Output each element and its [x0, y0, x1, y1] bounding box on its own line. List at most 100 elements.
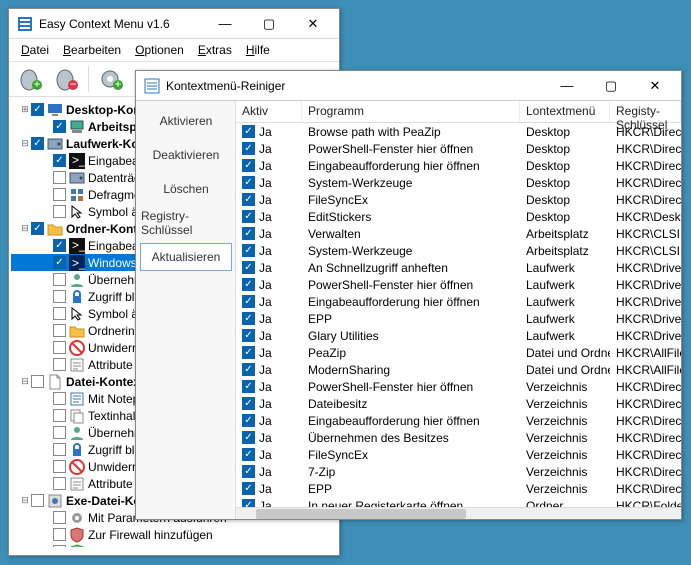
expander-icon[interactable] — [41, 206, 53, 218]
row-checkbox[interactable] — [242, 159, 255, 172]
grid-row[interactable]: JaPeaZipDatei und OrdnerHKCR\AllFiles — [236, 344, 681, 361]
expander-icon[interactable] — [41, 308, 53, 320]
expander-icon[interactable]: ⊟ — [19, 495, 31, 507]
expander-icon[interactable] — [41, 291, 53, 303]
tree-checkbox[interactable] — [31, 103, 44, 116]
expander-icon[interactable] — [41, 546, 53, 548]
tree-checkbox[interactable] — [53, 307, 66, 320]
grid-row[interactable]: JaFileSyncExDesktopHKCR\Directory — [236, 191, 681, 208]
row-checkbox[interactable] — [242, 482, 255, 495]
menu-datei[interactable]: Datei — [15, 41, 55, 59]
row-checkbox[interactable] — [242, 414, 255, 427]
grid-row[interactable]: JaIn neuer Registerkarte öffnenOrdnerHKC… — [236, 497, 681, 507]
row-checkbox[interactable] — [242, 125, 255, 138]
grid-row[interactable]: JaEPPVerzeichnisHKCR\Directory — [236, 480, 681, 497]
tree-checkbox[interactable] — [53, 205, 66, 218]
expander-icon[interactable] — [41, 444, 53, 456]
grid-row[interactable]: Ja7-ZipVerzeichnisHKCR\Directory — [236, 463, 681, 480]
grid-row[interactable]: JaSystem-WerkzeugeDesktopHKCR\Directory — [236, 174, 681, 191]
grid-row[interactable]: JaEditStickersDesktopHKCR\Desktop — [236, 208, 681, 225]
cleaner-close-button[interactable]: ✕ — [633, 72, 677, 100]
row-checkbox[interactable] — [242, 465, 255, 478]
row-checkbox[interactable] — [242, 278, 255, 291]
tree-checkbox[interactable] — [53, 392, 66, 405]
action-löschen[interactable]: Löschen — [140, 175, 232, 203]
expander-icon[interactable] — [41, 359, 53, 371]
row-checkbox[interactable] — [242, 397, 255, 410]
cleaner-minimize-button[interactable]: — — [545, 72, 589, 100]
cleaner-maximize-button[interactable]: ▢ — [589, 72, 633, 100]
expander-icon[interactable]: ⊞ — [19, 104, 31, 116]
tree-checkbox[interactable] — [53, 324, 66, 337]
row-checkbox[interactable] — [242, 193, 255, 206]
row-checkbox[interactable] — [242, 329, 255, 342]
row-checkbox[interactable] — [242, 431, 255, 444]
row-checkbox[interactable] — [242, 244, 255, 257]
grid-row[interactable]: JaEingabeaufforderung hier öffnenVerzeic… — [236, 412, 681, 429]
grid-row[interactable]: JaVerwaltenArbeitsplatzHKCR\CLSID — [236, 225, 681, 242]
col-context[interactable]: Lontextmenü — [520, 101, 610, 122]
expander-icon[interactable] — [41, 393, 53, 405]
grid-row[interactable]: JaÜbernehmen des BesitzesVerzeichnisHKCR… — [236, 429, 681, 446]
grid-row[interactable]: JaFileSyncExVerzeichnisHKCR\Directory — [236, 446, 681, 463]
expander-icon[interactable] — [41, 410, 53, 422]
action-registry-schlüssel[interactable]: Registry-Schlüssel — [140, 209, 232, 237]
row-checkbox[interactable] — [242, 363, 255, 376]
row-checkbox[interactable] — [242, 210, 255, 223]
minimize-button[interactable]: — — [203, 10, 247, 38]
grid-row[interactable]: JaBrowse path with PeaZipDesktopHKCR\Dir… — [236, 123, 681, 140]
expander-icon[interactable] — [41, 478, 53, 490]
tree-checkbox[interactable] — [31, 375, 44, 388]
tree-checkbox[interactable] — [53, 409, 66, 422]
menu-bearbeiten[interactable]: Bearbeiten — [57, 41, 127, 59]
expander-icon[interactable] — [41, 512, 53, 524]
row-checkbox[interactable] — [242, 176, 255, 189]
tree-checkbox[interactable] — [53, 358, 66, 371]
grid-body[interactable]: JaBrowse path with PeaZipDesktopHKCR\Dir… — [236, 123, 681, 507]
horizontal-scrollbar[interactable] — [236, 507, 681, 519]
expander-icon[interactable] — [41, 342, 53, 354]
expander-icon[interactable] — [41, 155, 53, 167]
tree-checkbox[interactable] — [53, 460, 66, 473]
tree-checkbox[interactable] — [31, 494, 44, 507]
expander-icon[interactable] — [41, 257, 53, 269]
row-checkbox[interactable] — [242, 448, 255, 461]
maximize-button[interactable]: ▢ — [247, 10, 291, 38]
tree-checkbox[interactable] — [53, 528, 66, 541]
action-aktualisieren[interactable]: Aktualisieren — [140, 243, 232, 271]
expander-icon[interactable] — [41, 461, 53, 473]
tree-checkbox[interactable] — [31, 137, 44, 150]
tree-checkbox[interactable] — [53, 273, 66, 286]
menu-extras[interactable]: Extras — [192, 41, 238, 59]
action-aktivieren[interactable]: Aktivieren — [140, 107, 232, 135]
expander-icon[interactable] — [41, 427, 53, 439]
scrollbar-thumb[interactable] — [256, 509, 466, 519]
tree-checkbox[interactable] — [53, 426, 66, 439]
tree-checkbox[interactable] — [53, 239, 66, 252]
row-checkbox[interactable] — [242, 312, 255, 325]
expander-icon[interactable]: ⊟ — [19, 376, 31, 388]
expander-icon[interactable]: ⊟ — [19, 223, 31, 235]
menu-optionen[interactable]: Optionen — [129, 41, 190, 59]
grid-row[interactable]: JaModernSharingDatei und OrdnerHKCR\AllF… — [236, 361, 681, 378]
expander-icon[interactable] — [41, 189, 53, 201]
tree-checkbox[interactable] — [53, 188, 66, 201]
toolbar-mouse-add[interactable]: + — [13, 64, 47, 94]
tree-checkbox[interactable] — [53, 120, 66, 133]
row-checkbox[interactable] — [242, 142, 255, 155]
tree-checkbox[interactable] — [53, 171, 66, 184]
grid-row[interactable]: JaEPPLaufwerkHKCR\Drive\ — [236, 310, 681, 327]
tree-checkbox[interactable] — [53, 154, 66, 167]
action-deaktivieren[interactable]: Deaktivieren — [140, 141, 232, 169]
row-checkbox[interactable] — [242, 227, 255, 240]
menu-hilfe[interactable]: Hilfe — [240, 41, 276, 59]
grid-row[interactable]: JaEingabeaufforderung hier öffnenDesktop… — [236, 157, 681, 174]
grid-row[interactable]: JaPowerShell-Fenster hier öffnenDesktopH… — [236, 140, 681, 157]
expander-icon[interactable] — [41, 325, 53, 337]
tree-checkbox[interactable] — [31, 222, 44, 235]
tree-checkbox[interactable] — [53, 290, 66, 303]
toolbar-mouse-remove[interactable]: − — [49, 64, 83, 94]
grid-row[interactable]: JaDateibesitzVerzeichnisHKCR\Directory — [236, 395, 681, 412]
tree-checkbox[interactable] — [53, 477, 66, 490]
grid-row[interactable]: JaPowerShell-Fenster hier öffnenVerzeich… — [236, 378, 681, 395]
